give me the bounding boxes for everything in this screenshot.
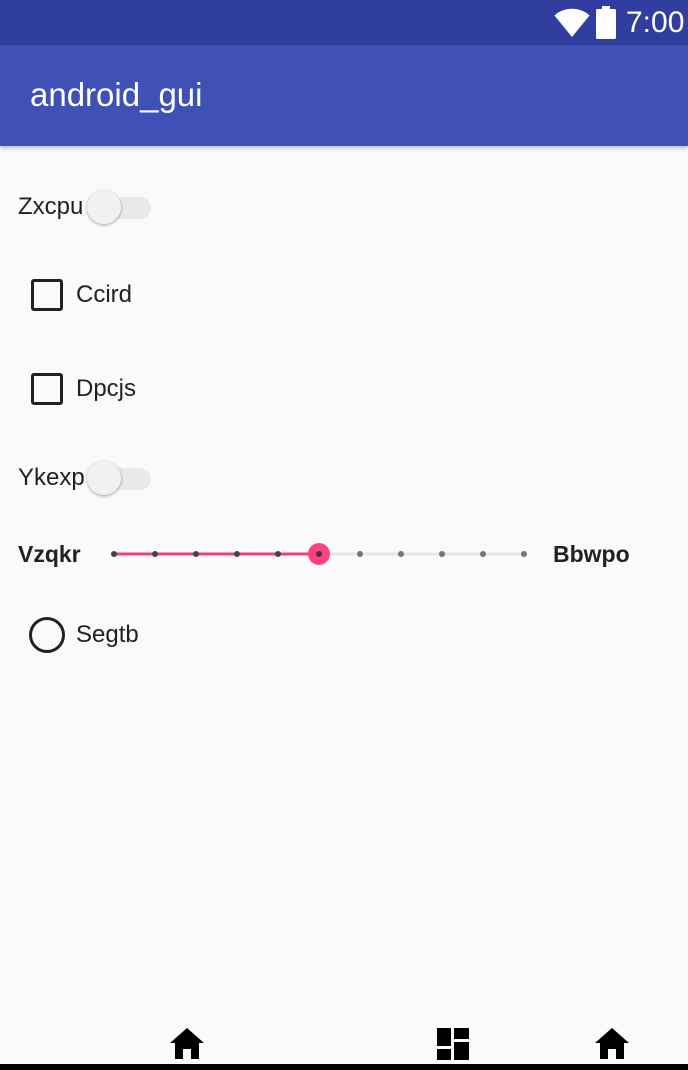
discrete-slider[interactable] — [108, 538, 532, 570]
slider-thumb-dot — [316, 551, 322, 557]
app-bar: android_gui — [0, 45, 688, 146]
slider-tick — [357, 551, 363, 557]
slider-tick — [111, 551, 117, 557]
battery-icon — [596, 6, 616, 39]
switch-thumb[interactable] — [87, 190, 121, 224]
slider-tick — [193, 551, 199, 557]
slider-left-label: Vzqkr — [18, 541, 81, 567]
slider-tick — [152, 551, 158, 557]
ccird-checkbox[interactable] — [31, 279, 63, 311]
status-time: 7:00 — [626, 6, 685, 39]
home-icon[interactable] — [594, 1026, 630, 1062]
slider-tick — [234, 551, 240, 557]
checkbox-label: Dpcjs — [76, 375, 137, 402]
switch-thumb[interactable] — [87, 461, 121, 495]
slider-tick — [398, 551, 404, 557]
slider-tick — [275, 551, 281, 557]
slider-tick — [439, 551, 445, 557]
switch-label: Ykexp — [18, 464, 85, 491]
dpcjs-checkbox[interactable] — [31, 373, 63, 405]
ykexp-switch[interactable] — [87, 458, 153, 498]
status-bar: 7:00 — [0, 0, 688, 45]
slider-tick — [480, 551, 486, 557]
slider-right-label: Bbwpo — [553, 541, 630, 567]
checkbox-label: Ccird — [76, 281, 133, 308]
home-icon[interactable] — [169, 1026, 205, 1062]
slider-tick — [521, 551, 527, 557]
app-title: android_gui — [30, 76, 203, 113]
radio-label: Segtb — [76, 621, 139, 648]
segtb-radio[interactable] — [29, 617, 65, 653]
wifi-icon — [554, 8, 590, 37]
dashboard-icon[interactable] — [435, 1026, 471, 1062]
switch-label: Zxcpu — [18, 193, 84, 220]
bottom-edge — [0, 1064, 688, 1070]
android-screen: 7:00 android_gui Zxcpu Ccird Dpcjs Ykexp… — [0, 0, 688, 1070]
zxcpu-switch[interactable] — [87, 187, 153, 227]
